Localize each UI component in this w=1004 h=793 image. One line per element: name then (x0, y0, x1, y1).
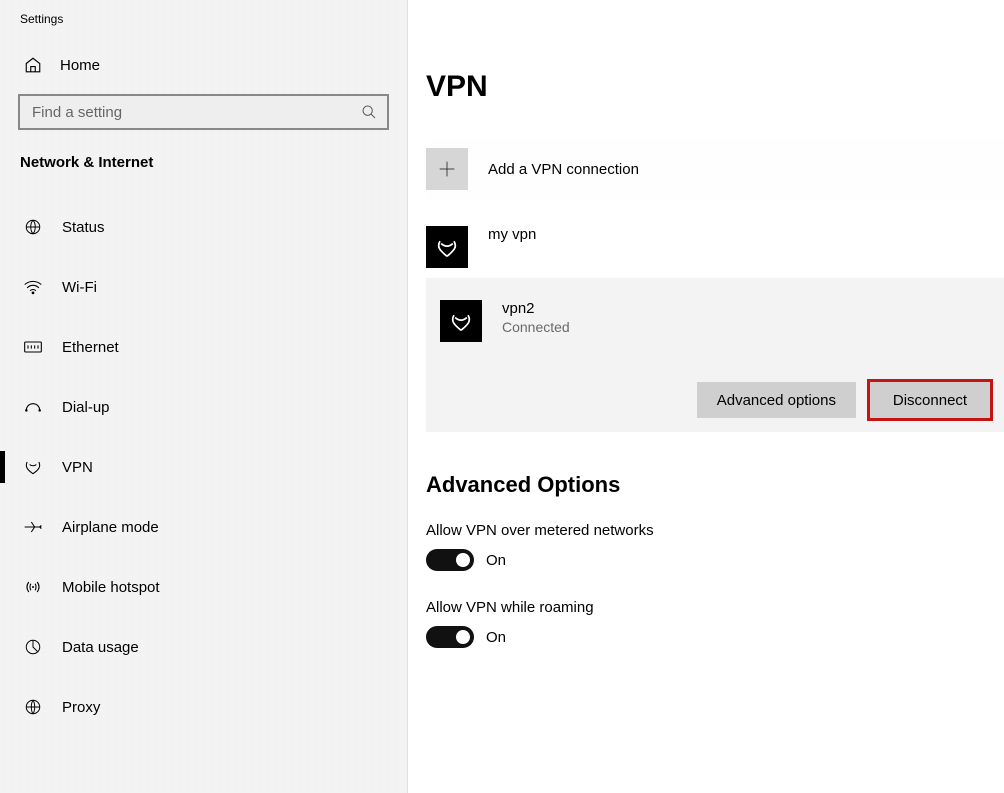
proxy-icon (22, 696, 44, 718)
globe-icon (22, 216, 44, 238)
vpn-icon (22, 456, 44, 478)
vpn-tile-icon (440, 300, 482, 342)
sidebar-item-label: Dial-up (62, 399, 110, 416)
ethernet-icon (22, 336, 44, 358)
option-label: Allow VPN while roaming (426, 599, 1004, 616)
toggle-state: On (486, 629, 506, 646)
sidebar: Settings Home Network & Internet Status … (0, 0, 408, 793)
sidebar-item-label: Airplane mode (62, 519, 159, 536)
sidebar-item-hotspot[interactable]: Mobile hotspot (0, 557, 407, 617)
main-panel: VPN Add a VPN connection my vpn vpn2 Con… (408, 0, 1004, 793)
airplane-icon (22, 516, 44, 538)
sidebar-item-label: Ethernet (62, 339, 119, 356)
option-allow-roaming: Allow VPN while roaming On (426, 599, 1004, 648)
add-vpn-label: Add a VPN connection (488, 161, 639, 178)
option-allow-metered: Allow VPN over metered networks On (426, 522, 1004, 571)
search-input[interactable] (18, 94, 389, 130)
sidebar-item-label: Mobile hotspot (62, 579, 160, 596)
add-vpn-connection[interactable]: Add a VPN connection (426, 138, 1004, 200)
sidebar-item-status[interactable]: Status (0, 197, 407, 257)
data-usage-icon (22, 636, 44, 658)
vpn-name: my vpn (488, 226, 536, 243)
sidebar-item-label: VPN (62, 459, 93, 476)
sidebar-item-data-usage[interactable]: Data usage (0, 617, 407, 677)
sidebar-item-wifi[interactable]: Wi-Fi (0, 257, 407, 317)
sidebar-item-ethernet[interactable]: Ethernet (0, 317, 407, 377)
home-nav[interactable]: Home (0, 46, 407, 94)
search-field[interactable] (18, 94, 389, 130)
sidebar-item-label: Proxy (62, 699, 100, 716)
sidebar-item-dialup[interactable]: Dial-up (0, 377, 407, 437)
vpn-tile-icon (426, 226, 468, 268)
search-icon (361, 104, 377, 120)
sidebar-item-label: Data usage (62, 639, 139, 656)
category-title: Network & Internet (0, 154, 407, 197)
vpn-status: Connected (502, 319, 570, 335)
app-title: Settings (0, 8, 407, 46)
vpn-connection-vpn2[interactable]: vpn2 Connected (440, 292, 990, 352)
dialup-icon (22, 396, 44, 418)
option-label: Allow VPN over metered networks (426, 522, 1004, 539)
sidebar-item-vpn[interactable]: VPN (0, 437, 407, 497)
sidebar-item-label: Wi-Fi (62, 279, 97, 296)
vpn-connection-myvpn[interactable]: my vpn (426, 218, 1004, 278)
hotspot-icon (22, 576, 44, 598)
wifi-icon (22, 276, 44, 298)
advanced-options-button[interactable]: Advanced options (697, 382, 856, 418)
home-icon (22, 54, 44, 76)
toggle-state: On (486, 552, 506, 569)
vpn-name: vpn2 (502, 300, 570, 317)
disconnect-button[interactable]: Disconnect (870, 382, 990, 418)
sidebar-item-proxy[interactable]: Proxy (0, 677, 407, 737)
toggle-allow-roaming[interactable] (426, 626, 474, 648)
page-title: VPN (426, 70, 1004, 104)
advanced-options-title: Advanced Options (426, 472, 1004, 498)
home-label: Home (60, 57, 100, 74)
sidebar-item-label: Status (62, 219, 105, 236)
toggle-allow-metered[interactable] (426, 549, 474, 571)
plus-icon (426, 148, 468, 190)
vpn-connection-vpn2-block: vpn2 Connected Advanced options Disconne… (426, 278, 1004, 432)
sidebar-item-airplane[interactable]: Airplane mode (0, 497, 407, 557)
